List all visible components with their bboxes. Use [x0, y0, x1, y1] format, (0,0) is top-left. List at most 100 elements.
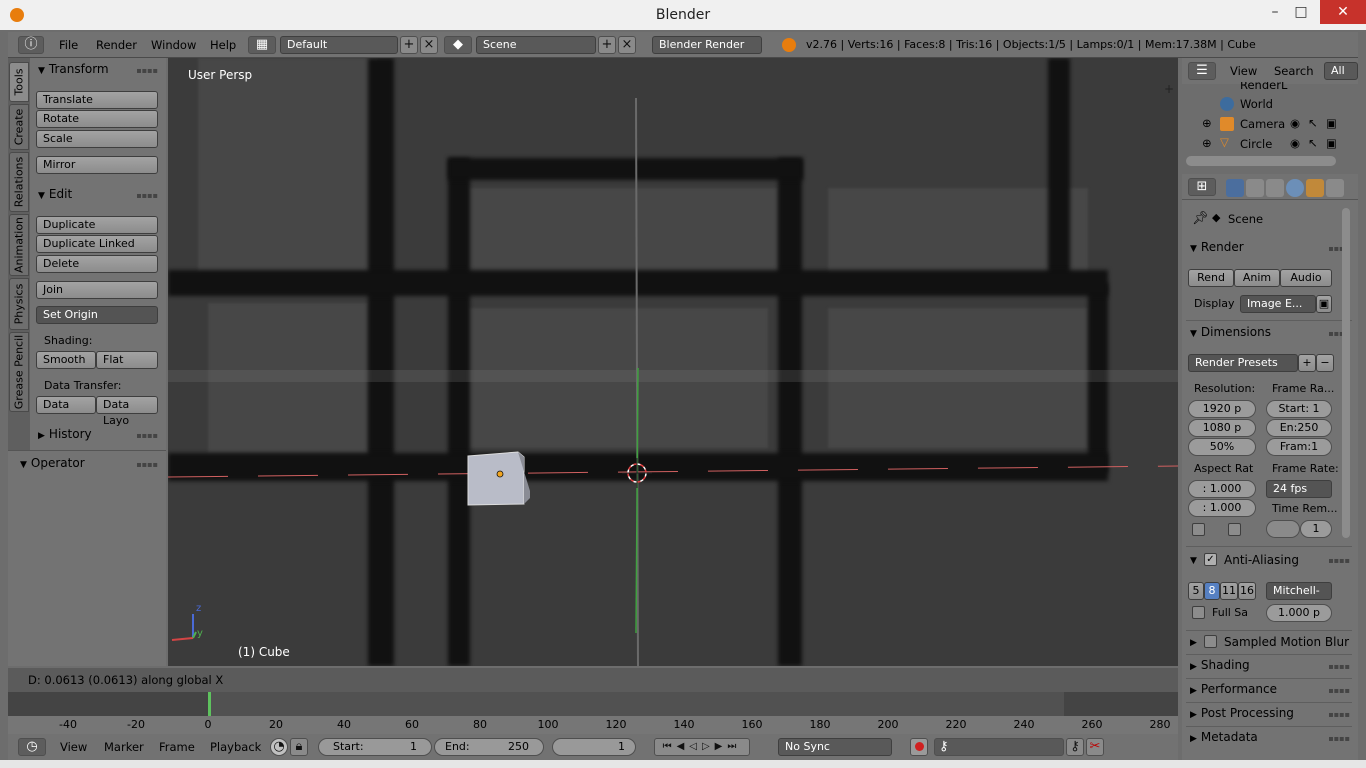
panel-grip-icon[interactable]: ▪▪▪▪: [136, 460, 158, 469]
operator-panel-header[interactable]: ▼ Operator: [20, 456, 85, 470]
resolution-percent-field[interactable]: 50%: [1188, 438, 1256, 456]
panel-grip-icon[interactable]: ▪▪▪▪: [136, 191, 158, 200]
translate-button[interactable]: Translate: [36, 91, 158, 109]
expand-icon[interactable]: ⊕: [1202, 136, 1212, 150]
render-panel-header[interactable]: ▼ Render: [1190, 240, 1244, 254]
tab-animation[interactable]: Animation: [9, 214, 29, 276]
tab-create[interactable]: Create: [9, 104, 29, 150]
data-layout-button[interactable]: Data Layo: [96, 396, 158, 427]
scene-icon[interactable]: ◆: [444, 36, 472, 54]
resolution-x-field[interactable]: 1920 p: [1188, 400, 1256, 418]
motion-blur-panel-header[interactable]: ▶: [1190, 634, 1201, 648]
tab-tools[interactable]: Tools: [9, 62, 29, 102]
flat-button[interactable]: Flat: [96, 351, 158, 369]
history-panel-header[interactable]: ▶ History: [38, 427, 92, 441]
object-tab-icon[interactable]: [1306, 179, 1324, 197]
edit-panel-header[interactable]: ▼ Edit: [38, 187, 72, 201]
visibility-eye-icon[interactable]: ◉: [1290, 116, 1300, 130]
aa-samples-16-button[interactable]: 16: [1238, 582, 1256, 600]
aspect-x-field[interactable]: : 1.000: [1188, 480, 1256, 498]
timeline-playhead[interactable]: [208, 692, 211, 716]
render-tab-camera-icon[interactable]: [1226, 179, 1244, 197]
render-audio-button[interactable]: Audio: [1280, 269, 1332, 287]
performance-panel-header[interactable]: ▶ Performance: [1190, 682, 1277, 696]
render-engine-select[interactable]: Blender Render: [652, 36, 762, 54]
delete-keyframe-icon[interactable]: ✂: [1086, 738, 1104, 756]
add-scene-icon[interactable]: +: [598, 36, 616, 54]
transform-panel-header[interactable]: ▼ Transform: [38, 62, 109, 76]
tab-physics[interactable]: Physics: [9, 278, 29, 330]
post-processing-panel-header[interactable]: ▶ Post Processing: [1190, 706, 1294, 720]
render-camera-icon[interactable]: ▣: [1326, 136, 1337, 150]
close-button[interactable]: ✕: [1320, 0, 1366, 24]
menu-playback[interactable]: Playback: [210, 740, 261, 754]
frame-rate-select[interactable]: 24 fps: [1266, 480, 1332, 498]
3d-viewport[interactable]: z y User Persp (1) Cube +: [168, 58, 1178, 666]
world-tab-icon[interactable]: [1286, 179, 1304, 197]
display-select[interactable]: Image E...: [1240, 295, 1316, 313]
properties-scrollbar[interactable]: [1341, 200, 1351, 760]
outliner-row-world[interactable]: World: [1182, 94, 1342, 114]
timeline[interactable]: -40 -20 0 20 40 60 80 100 120 140 160 18…: [8, 692, 1178, 734]
constraints-tab-icon[interactable]: [1326, 179, 1344, 197]
aa-samples-11-button[interactable]: 11: [1220, 582, 1238, 600]
expand-panel-icon[interactable]: +: [1164, 82, 1174, 96]
editor-type-clock-icon[interactable]: ◷: [18, 738, 46, 756]
dimensions-panel-header[interactable]: ▼ Dimensions: [1190, 325, 1271, 339]
time-remap-old-field[interactable]: [1266, 520, 1300, 538]
metadata-panel-header[interactable]: ▶ Metadata: [1190, 730, 1258, 744]
join-button[interactable]: Join: [36, 281, 158, 299]
expand-icon[interactable]: ⊕: [1202, 116, 1212, 130]
pin-icon[interactable]: 📌︎: [1192, 211, 1209, 226]
add-preset-icon[interactable]: +: [1298, 354, 1316, 372]
scale-button[interactable]: Scale: [36, 130, 158, 148]
sync-mode-select[interactable]: No Sync: [778, 738, 892, 756]
frame-start-field[interactable]: Start: 1: [1266, 400, 1332, 418]
scene-tab-icon[interactable]: [1266, 179, 1284, 197]
aa-samples-5-button[interactable]: 5: [1188, 582, 1204, 600]
render-camera-icon[interactable]: ▣: [1326, 116, 1337, 130]
editor-type-outliner-icon[interactable]: ☰: [1188, 62, 1216, 80]
current-frame-field[interactable]: 1: [552, 738, 636, 756]
preview-range-icon[interactable]: ◔: [270, 738, 288, 756]
panel-grip-icon[interactable]: ▪▪▪▪: [136, 431, 158, 440]
anti-aliasing-checkbox[interactable]: ✓: [1204, 553, 1217, 566]
border-checkbox[interactable]: [1192, 523, 1205, 536]
menu-window[interactable]: Window: [151, 38, 196, 52]
screen-layout-field[interactable]: Default: [280, 36, 398, 54]
render-still-button[interactable]: Rend: [1188, 269, 1234, 287]
render-layers-tab-icon[interactable]: [1246, 179, 1264, 197]
full-sample-checkbox[interactable]: [1192, 606, 1205, 619]
keying-set-field[interactable]: ⚷: [934, 738, 1064, 756]
duplicate-button[interactable]: Duplicate: [36, 216, 158, 234]
editor-type-info-icon[interactable]: ⓘ: [18, 36, 44, 54]
outliner-row-camera[interactable]: ⊕ Camera ◉ ↖ ▣: [1182, 114, 1342, 134]
outliner-row-renderlayers[interactable]: RenderL: [1182, 82, 1342, 92]
crop-checkbox[interactable]: [1228, 523, 1241, 536]
time-remap-new-field[interactable]: 1: [1300, 520, 1332, 538]
outliner-scrollbar[interactable]: [1186, 156, 1336, 166]
menu-help[interactable]: Help: [210, 38, 236, 52]
mirror-button[interactable]: Mirror: [36, 156, 158, 174]
insert-keyframe-icon[interactable]: ⚷: [1066, 738, 1084, 756]
lock-interface-icon[interactable]: ▣: [1316, 295, 1332, 313]
lock-icon[interactable]: 🔒︎: [290, 738, 308, 756]
timeline-ruler[interactable]: -40 -20 0 20 40 60 80 100 120 140 160 18…: [8, 716, 1178, 734]
render-animation-button[interactable]: Anim: [1234, 269, 1280, 287]
aa-size-field[interactable]: 1.000 p: [1266, 604, 1332, 622]
start-frame-field[interactable]: Start: 1: [318, 738, 432, 756]
smooth-button[interactable]: Smooth: [36, 351, 96, 369]
menu-render[interactable]: Render: [96, 38, 137, 52]
scene-field[interactable]: Scene: [476, 36, 596, 54]
outliner-menu-view[interactable]: View: [1230, 64, 1257, 78]
menu-file[interactable]: File: [59, 38, 78, 52]
panel-grip-icon[interactable]: ▪▪▪▪: [136, 66, 158, 75]
add-layout-icon[interactable]: +: [400, 36, 418, 54]
shading-panel-header[interactable]: ▶ Shading: [1190, 658, 1250, 672]
aa-samples-8-button[interactable]: 8: [1204, 582, 1220, 600]
outliner-row-circle[interactable]: ⊕ ▽ Circle ◉ ↖ ▣: [1182, 134, 1342, 154]
selectable-cursor-icon[interactable]: ↖: [1308, 116, 1318, 130]
playback-controls[interactable]: ⏮◀◁▷▶⏭: [654, 738, 750, 756]
anti-aliasing-panel-header[interactable]: ▼: [1190, 552, 1201, 566]
resolution-y-field[interactable]: 1080 p: [1188, 419, 1256, 437]
